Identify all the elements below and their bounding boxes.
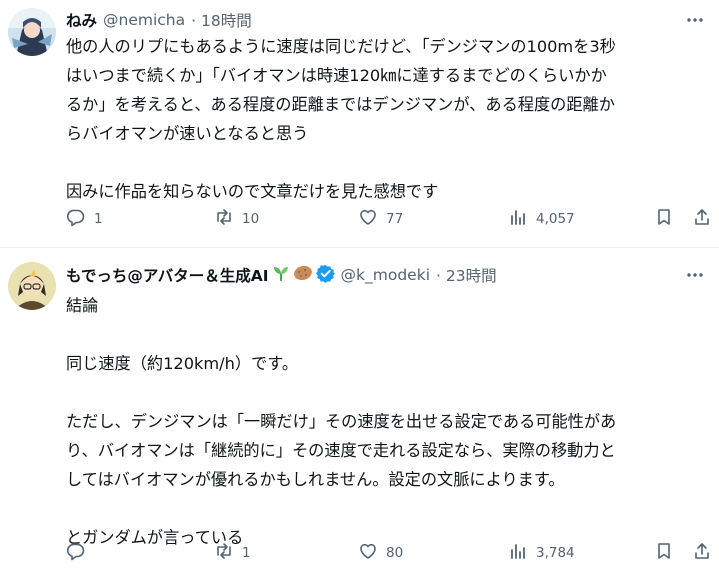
post-text: 結論 同じ速度（約120km/h）です。 ただし、デンジマンは「一瞬だけ」その速… (66, 296, 617, 547)
repost-icon (214, 207, 234, 231)
post-header: もでっち@アバター＆生成AI @k_modeki · 23時間 (66, 263, 497, 287)
user-handle[interactable]: @k_modeki (341, 266, 430, 284)
like-icon (358, 541, 378, 565)
post-text: 他の人のリプにもあるように速度は同じだけど、「デンジマンの100mを3秒 はいつ… (66, 37, 616, 201)
repost-icon (214, 541, 234, 565)
more-icon[interactable] (685, 265, 705, 285)
bookmark-icon (654, 207, 674, 231)
share-button[interactable] (692, 204, 712, 234)
avatar[interactable] (8, 8, 56, 56)
like-count: 77 (386, 211, 404, 227)
potato-emoji (293, 264, 313, 286)
like-count: 80 (386, 545, 404, 561)
reply-count: 1 (94, 211, 103, 227)
views-count: 3,784 (536, 545, 575, 561)
post-header: ねみ @nemicha · 18時間 (66, 8, 252, 32)
views-count: 4,057 (536, 211, 575, 227)
seedling-emoji (272, 264, 290, 286)
bookmark-button[interactable] (654, 538, 674, 568)
reply-icon (66, 207, 86, 231)
repost-button[interactable]: 10 (214, 204, 259, 234)
like-button[interactable]: 80 (358, 538, 403, 568)
views-button[interactable]: 3,784 (508, 538, 575, 568)
reply-button[interactable]: 1 (66, 204, 103, 234)
like-button[interactable]: 77 (358, 204, 403, 234)
repost-count: 10 (242, 211, 260, 227)
action-bar: 1 80 3,784 (62, 538, 714, 568)
post[interactable]: もでっち@アバター＆生成AI @k_modeki · 23時間 結論 同じ速度（… (0, 249, 719, 573)
action-bar: 1 10 77 4,057 (62, 204, 714, 234)
display-name[interactable]: ねみ (66, 9, 97, 31)
bookmark-icon (654, 541, 674, 565)
repost-count: 1 (242, 545, 251, 561)
reply-button[interactable] (66, 538, 94, 568)
bookmark-button[interactable] (654, 204, 674, 234)
display-name[interactable]: もでっち@アバター＆生成AI (66, 264, 269, 286)
share-button[interactable] (692, 538, 712, 568)
more-icon[interactable] (685, 10, 705, 30)
user-handle[interactable]: @nemicha (103, 11, 185, 29)
timestamp[interactable]: · 18時間 (191, 9, 252, 31)
timestamp[interactable]: · 23時間 (436, 264, 497, 286)
avatar[interactable] (8, 262, 56, 310)
verified-badge-icon[interactable] (315, 264, 335, 287)
post[interactable]: ねみ @nemicha · 18時間 他の人のリプにもあるように速度は同じだけど… (0, 0, 719, 248)
views-button[interactable]: 4,057 (508, 204, 575, 234)
like-icon (358, 207, 378, 231)
views-icon (508, 541, 528, 565)
share-icon (692, 541, 712, 565)
share-icon (692, 207, 712, 231)
reply-icon (66, 541, 86, 565)
repost-button[interactable]: 1 (214, 538, 251, 568)
views-icon (508, 207, 528, 231)
